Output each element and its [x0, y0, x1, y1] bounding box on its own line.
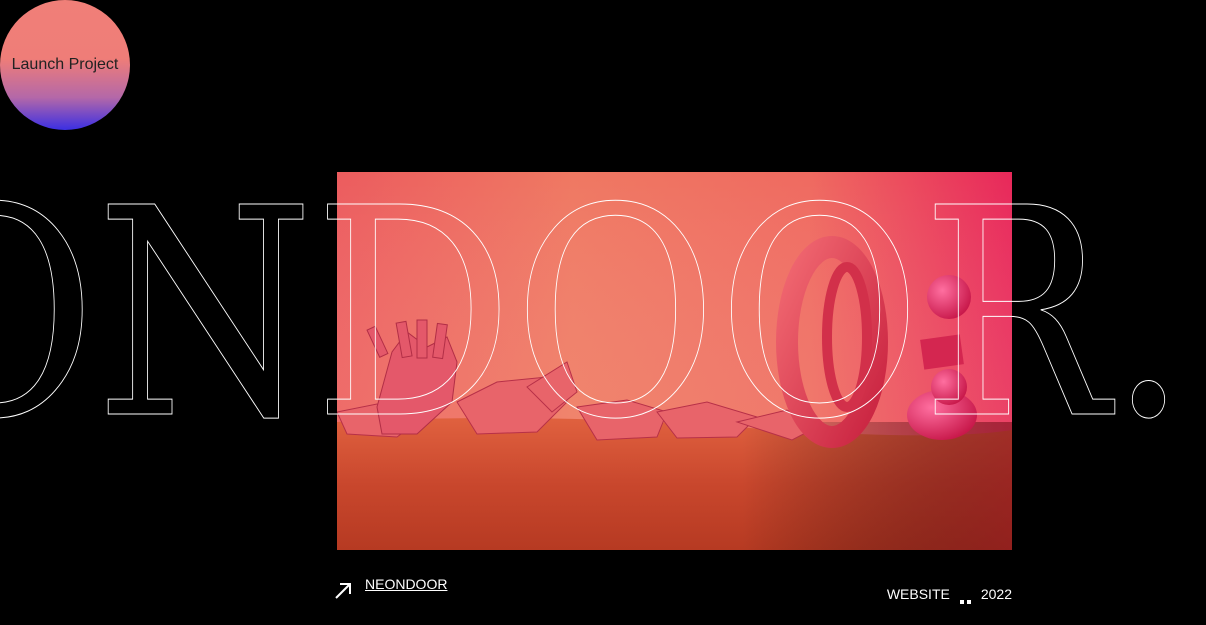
hero-image: [337, 172, 1012, 550]
launch-project-label: Launch Project: [11, 56, 119, 73]
page: Launch Project ONDOOR. NEONDOOR WEBSITE …: [0, 0, 1206, 625]
launch-project-button[interactable]: Launch Project: [0, 0, 130, 130]
project-type: WEBSITE: [886, 586, 950, 602]
project-meta: WEBSITE 2022: [887, 584, 1012, 604]
project-name-link[interactable]: NEONDOOR: [365, 576, 447, 592]
separator-dots: [959, 584, 971, 604]
project-link-row: NEONDOOR: [333, 576, 447, 601]
project-year: 2022: [980, 586, 1012, 602]
hero-scene: [337, 172, 1012, 550]
arrow-up-right-icon: [335, 583, 351, 599]
